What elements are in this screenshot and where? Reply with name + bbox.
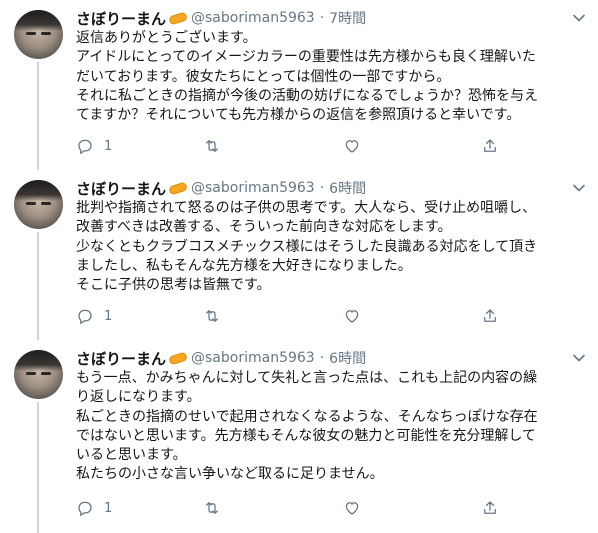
timestamp[interactable]: 7時間: [329, 8, 366, 28]
thread-line: [37, 402, 39, 533]
share-icon: [484, 309, 496, 322]
like-button[interactable]: [343, 498, 361, 518]
separator: ·: [319, 10, 325, 26]
user-handle[interactable]: @saboriman5963: [191, 350, 315, 366]
tweet-text-line: アイドルにとってのイメージカラーの重要性は先方様からも良く理解いた: [76, 49, 536, 66]
tweet-text: 批判や指摘されて怒るのは子供の思考です。大人なら、受け止め咀嚼し、 改善すべきは…: [76, 199, 576, 295]
reply-count: 1: [104, 500, 113, 516]
orange-emoji-badge-icon: [168, 180, 188, 196]
reply-count: 1: [104, 308, 113, 324]
retweet-button[interactable]: [203, 498, 221, 518]
tweet-actions: 1: [76, 306, 556, 326]
reply-button[interactable]: 1: [76, 136, 112, 156]
share-icon: [484, 139, 496, 152]
avatar[interactable]: [14, 350, 63, 399]
tweet[interactable]: さぼりーまん @saboriman5963 · 6時間 批判や指摘されて怒るのは…: [0, 170, 598, 340]
timestamp[interactable]: 6時間: [329, 348, 366, 368]
share-button[interactable]: [481, 306, 499, 326]
tweet-header: さぼりーまん @saboriman5963 · 6時間: [76, 347, 366, 369]
user-handle[interactable]: @saboriman5963: [191, 10, 315, 26]
tweet[interactable]: さぼりーまん @saboriman5963 · 6時間 もう一点、かみちゃんに対…: [0, 340, 598, 533]
heart-icon: [345, 502, 359, 515]
tweet-text-line: ではないと思います。先方様もそんな彼女の魅力と可能性を充分理解して: [76, 427, 536, 444]
display-name[interactable]: さぼりーまん: [76, 348, 166, 369]
tweet-actions: 1: [76, 136, 556, 156]
share-button[interactable]: [481, 136, 499, 156]
tweet-header: さぼりーまん @saboriman5963 · 7時間: [76, 7, 366, 29]
orange-emoji-badge-icon: [168, 350, 188, 366]
tweet-text-line: それに私ごときの指摘が今後の活動の妨げになるでしょうか？恐怖を与え: [76, 87, 538, 104]
separator: ·: [319, 350, 325, 366]
reply-count: 1: [104, 138, 113, 154]
heart-icon: [345, 310, 359, 323]
tweet-text-line: り返しになります。: [76, 389, 201, 406]
tweet-text: 返信ありがとうございます。 アイドルにとってのイメージカラーの重要性は先方様から…: [76, 29, 576, 125]
tweet-text-line: 私ごときの指摘のせいで起用されなくなるような、そんなちっぽけな存在: [76, 408, 538, 425]
reply-icon: [78, 139, 92, 155]
tweet-text-line: もう一点、かみちゃんに対して失礼と言った点は、これも上記の内容の繰: [76, 370, 538, 386]
tweet-text-line: いると思います。: [76, 447, 187, 464]
avatar[interactable]: [14, 180, 63, 229]
tweet-text-line: ましたし、私もそんな先方様を大好きになりました。: [76, 257, 412, 274]
share-icon: [484, 501, 496, 514]
tweet-text-line: 返信ありがとうございます。: [76, 30, 257, 46]
user-handle[interactable]: @saboriman5963: [191, 180, 315, 196]
tweet-text: もう一点、かみちゃんに対して失礼と言った点は、これも上記の内容の繰 り返しになり…: [76, 369, 576, 485]
orange-emoji-badge-icon: [168, 10, 188, 26]
heart-icon: [345, 140, 359, 153]
chevron-down-icon[interactable]: [572, 351, 586, 365]
avatar[interactable]: [14, 10, 63, 59]
retweet-icon: [206, 502, 218, 514]
tweet-text-line: 私たちの小さな言い争いなど取るに足りません。: [76, 466, 384, 483]
timestamp[interactable]: 6時間: [329, 178, 366, 198]
retweet-icon: [206, 310, 218, 322]
tweet-text-line: そこに子供の思考は皆無です。: [76, 277, 271, 294]
reply-icon: [78, 501, 92, 517]
reply-button[interactable]: 1: [76, 306, 112, 326]
reply-icon: [78, 309, 92, 325]
tweet-actions: 1: [76, 498, 556, 518]
tweet-text-line: だいております。彼女たちにとっては個性の一部ですから。: [76, 68, 451, 85]
display-name[interactable]: さぼりーまん: [76, 8, 166, 29]
share-button[interactable]: [481, 498, 499, 518]
tweet[interactable]: さぼりーまん @saboriman5963 · 7時間 返信ありがとうございます…: [0, 0, 598, 170]
thread-line: [37, 62, 39, 170]
separator: ·: [319, 180, 325, 196]
tweet-header: さぼりーまん @saboriman5963 · 6時間: [76, 177, 366, 199]
tweet-text-line: 批判や指摘されて怒るのは子供の思考です。大人なら、受け止め咀嚼し、: [76, 200, 537, 216]
retweet-button[interactable]: [203, 306, 221, 326]
tweet-text-line: 改善すべきは改善する、そういった前向きな対応をします。: [76, 219, 452, 236]
like-button[interactable]: [343, 136, 361, 156]
chevron-down-icon[interactable]: [572, 181, 586, 195]
like-button[interactable]: [343, 306, 361, 326]
display-name[interactable]: さぼりーまん: [76, 178, 166, 199]
retweet-button[interactable]: [203, 136, 221, 156]
tweet-text-line: てますか？それについても先方様からの返信を参照頂けると幸いです。: [76, 107, 521, 124]
thread-line: [37, 232, 39, 340]
retweet-icon: [206, 140, 218, 152]
tweet-text-line: 少なくともクラブコスメチックス様にはそうした良識ある対応をして頂き: [76, 238, 538, 255]
reply-button[interactable]: 1: [76, 498, 112, 518]
chevron-down-icon[interactable]: [572, 11, 586, 25]
